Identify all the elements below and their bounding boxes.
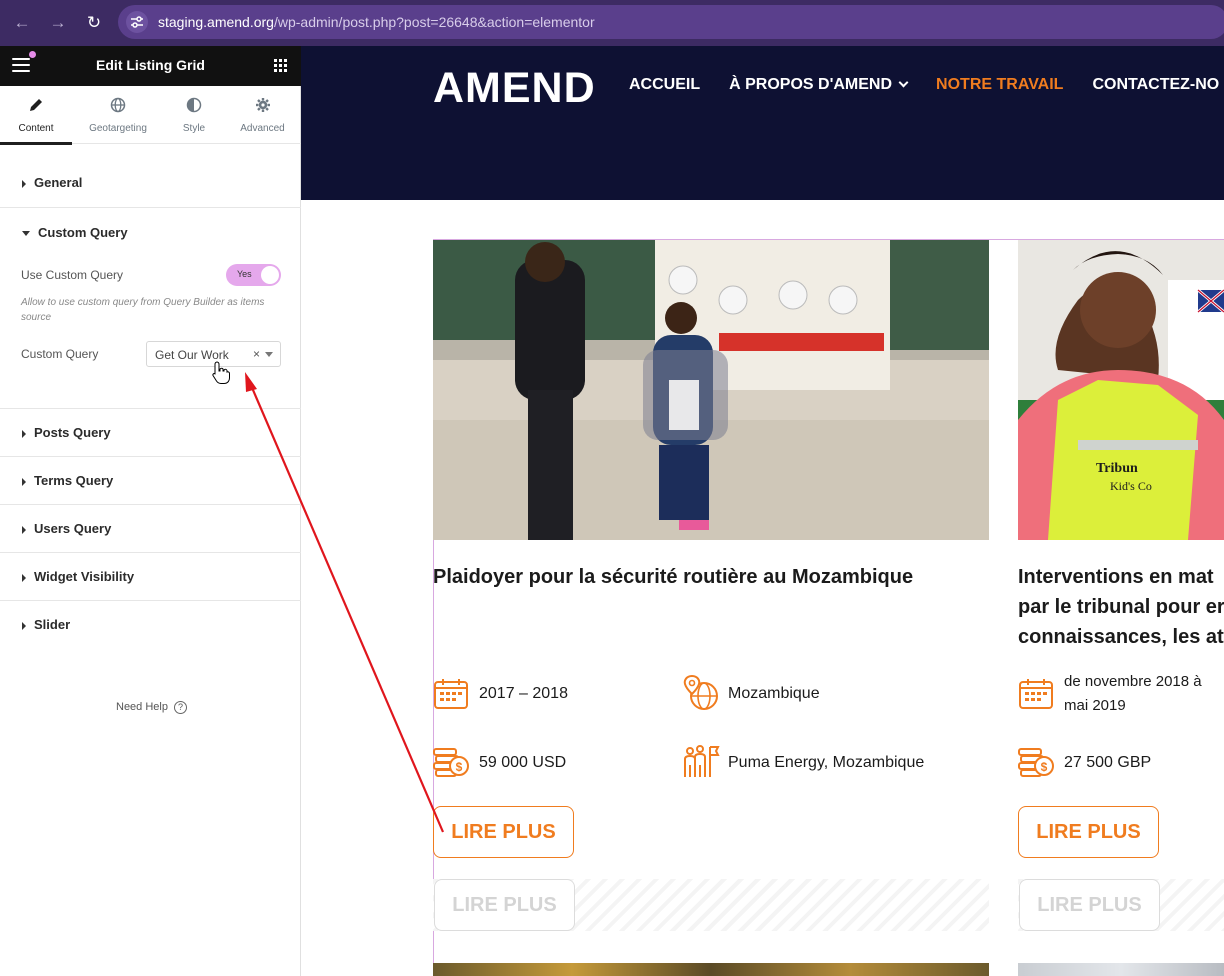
elementor-panel: Edit Listing Grid Content Geotargeting S… [0,46,301,976]
card-title[interactable]: Interventions en mat par le tribunal pou… [1018,562,1224,652]
read-more-button-placeholder: LIRE PLUS [434,879,575,931]
globe-icon [72,97,164,117]
card-budget: $ 59 000 USD [433,746,673,782]
section-custom-query-header[interactable]: Custom Query [22,225,128,240]
coins-icon: $ [433,746,471,786]
caret-right-icon [22,429,26,438]
caret-right-icon [22,621,26,630]
widgets-grid-icon[interactable] [274,59,287,72]
section-terms-query[interactable]: Terms Query [0,457,301,505]
nav-item-a-propos[interactable]: À PROPOS D'AMEND [729,76,909,93]
tab-label: Content [18,123,54,134]
calendar-icon [1018,677,1054,719]
section-posts-query[interactable]: Posts Query [0,409,301,457]
card-location: Mozambique [682,674,982,710]
help-circle-icon: ? [173,701,187,714]
gear-icon [224,97,301,117]
read-more-button[interactable]: LIRE PLUS [1018,806,1159,858]
custom-query-label: Custom Query [21,347,99,361]
card-dates: de novembre 2018 à mai 2019 [1018,673,1224,727]
chevron-down-icon [898,77,909,88]
caret-right-icon [22,573,26,582]
panel-title: Edit Listing Grid [96,57,205,73]
caret-right-icon [22,179,26,188]
card-photo[interactable]: Tribun Kid's Co [1018,240,1224,540]
coins-icon: $ [1018,746,1056,786]
pencil-icon [0,97,72,117]
card-title[interactable]: Plaidoyer pour la sécurité routière au M… [433,562,989,592]
card-photo[interactable] [433,240,989,540]
toggle-label: Yes [237,269,252,279]
nav-item-accueil[interactable]: ACCUEIL [629,76,700,93]
tab-style[interactable]: Style [164,86,224,144]
read-more-button-placeholder: LIRE PLUS [1019,879,1160,931]
custom-query-value: Get Our Work [155,348,229,362]
use-custom-query-label: Use Custom Query [21,268,124,282]
tab-label: Advanced [240,123,285,134]
use-custom-query-toggle[interactable]: Yes [226,264,281,286]
svg-text:Tribun: Tribun [1096,461,1138,476]
site-logo[interactable]: AMEND [433,64,596,113]
site-settings-icon[interactable] [126,11,148,33]
read-more-button[interactable]: LIRE PLUS [433,806,574,858]
caret-right-icon [22,525,26,534]
toggle-knob [261,266,279,284]
browser-toolbar: ← → ↻ staging.amend.org/wp-admin/post.ph… [0,0,1224,46]
tab-label: Style [182,123,206,134]
nav-item-contactez[interactable]: CONTACTEZ-NO [1092,76,1219,93]
dropdown-arrow-icon[interactable] [265,352,273,357]
tab-content[interactable]: Content [0,86,72,145]
clear-selection-icon[interactable]: × [253,347,260,361]
back-arrow-icon[interactable]: ← [10,11,34,35]
panel-tabs: Content Geotargeting Style Advanced [0,86,301,145]
reload-icon[interactable]: ↻ [82,11,106,35]
svg-text:$: $ [456,760,463,774]
site-header: AMEND ACCUEIL À PROPOS D'AMEND NOTRE TRAVA… [301,46,1224,200]
people-flag-icon [682,743,720,787]
custom-query-help-text: Allow to use custom query from Query Bui… [21,297,265,323]
card-partners: Puma Energy, Mozambique [682,743,992,779]
need-help-link[interactable]: Need Help? [116,701,187,714]
next-card-photo [433,963,989,976]
calendar-icon [433,677,469,719]
card-dates: 2017 – 2018 [433,677,673,713]
tab-label: Geotargeting [89,123,147,134]
section-slider[interactable]: Slider [0,601,301,649]
hand-cursor-icon [211,361,231,390]
section-users-query[interactable]: Users Query [0,505,301,553]
url-text: staging.amend.org/wp-admin/post.php?post… [158,14,595,30]
caret-right-icon [22,477,26,486]
main-nav: ACCUEIL À PROPOS D'AMEND NOTRE TRAVAIL CONT… [629,76,1224,94]
address-bar[interactable]: staging.amend.org/wp-admin/post.php?post… [118,5,1224,39]
section-general[interactable]: General [0,144,301,208]
svg-text:$: $ [1041,760,1048,774]
half-circle-icon [164,97,224,117]
svg-text:Kid's Co: Kid's Co [1110,479,1152,493]
forward-arrow-icon[interactable]: → [46,11,70,35]
card-budget: $ 27 500 GBP [1018,746,1224,782]
nav-item-notre-travail[interactable]: NOTRE TRAVAIL [936,76,1063,93]
panel-header: Edit Listing Grid [0,46,301,86]
page-content: Plaidoyer pour la sécurité routière au M… [301,200,1224,976]
location-globe-icon [682,674,720,720]
caret-down-icon [22,231,30,237]
tab-advanced[interactable]: Advanced [224,86,301,144]
tab-geotargeting[interactable]: Geotargeting [72,86,164,144]
next-card-photo [1018,963,1224,976]
section-widget-visibility[interactable]: Widget Visibility [0,553,301,601]
